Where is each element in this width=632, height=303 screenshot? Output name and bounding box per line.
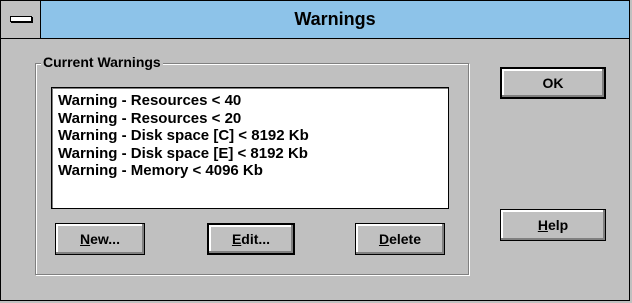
new-button[interactable]: New... <box>55 223 145 255</box>
delete-hotkey: D <box>378 231 390 247</box>
help-button[interactable]: Help <box>500 209 606 241</box>
list-item[interactable]: Warning - Memory < 4096 Kb <box>58 162 442 180</box>
current-warnings-label: Current Warnings <box>41 53 163 71</box>
help-hotkey: H <box>537 217 548 233</box>
list-item[interactable]: Warning - Resources < 40 <box>58 92 442 110</box>
list-item[interactable]: Warning - Disk space [C] < 8192 Kb <box>58 127 442 145</box>
delete-label: elete <box>389 231 422 247</box>
edit-button[interactable]: Edit... <box>207 223 295 255</box>
list-item[interactable]: Warning - Resources < 20 <box>58 110 442 128</box>
window-title: Warnings <box>294 9 376 29</box>
warnings-dialog: Warnings Current Warnings Warning - Reso… <box>0 0 630 301</box>
new-hotkey: N <box>80 231 91 247</box>
edit-hotkey: E <box>231 231 242 247</box>
ok-button[interactable]: OK <box>500 67 606 99</box>
help-label: elp <box>547 217 569 233</box>
delete-button[interactable]: Delete <box>355 223 445 255</box>
list-item[interactable]: Warning - Disk space [E] < 8192 Kb <box>58 145 442 163</box>
title-bar: Warnings <box>1 1 629 39</box>
new-label: ew... <box>90 231 120 247</box>
edit-label: dit... <box>241 231 271 247</box>
warnings-listbox[interactable]: Warning - Resources < 40 Warning - Resou… <box>51 87 449 209</box>
system-menu-icon <box>10 16 32 22</box>
system-menu-button[interactable] <box>1 1 41 38</box>
